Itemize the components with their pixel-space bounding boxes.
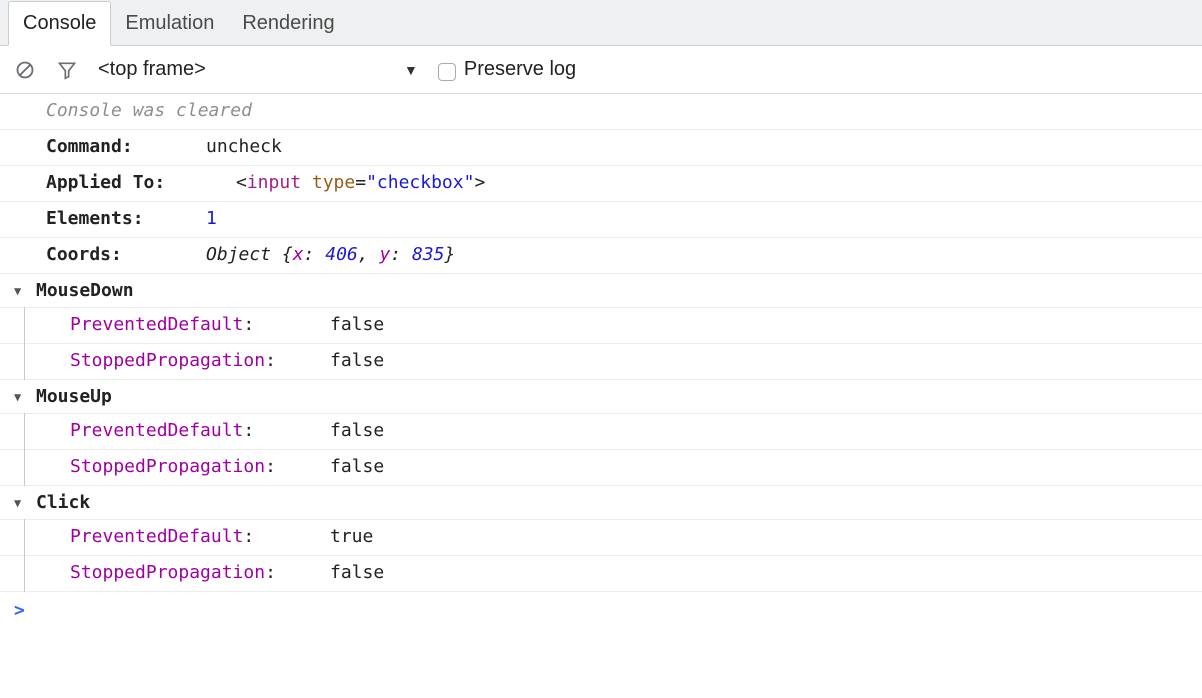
log-group-body: PreventedDefault: false StoppedPropagati… — [0, 414, 1202, 486]
log-row-coords: Coords: Object {x: 406, y: 835} — [0, 238, 1202, 274]
log-prop-key: StoppedPropagation: — [70, 562, 330, 583]
log-group-name: MouseUp — [36, 386, 112, 407]
log-prop-key: PreventedDefault: — [70, 420, 330, 441]
tok-tag: input — [247, 172, 301, 193]
chevron-down-icon: ▼ — [404, 62, 418, 78]
log-label: Elements: — [46, 208, 206, 229]
obj-key: y — [379, 244, 390, 265]
log-group-row: PreventedDefault: false — [0, 308, 1202, 344]
console-log: Console was cleared Command: uncheck App… — [0, 94, 1202, 592]
log-cleared-message: Console was cleared — [0, 94, 1202, 130]
log-label: Command: — [46, 136, 206, 157]
log-group-row: PreventedDefault: false — [0, 414, 1202, 450]
disclosure-triangle-icon: ▼ — [14, 284, 28, 298]
obj-prefix: Object — [206, 244, 282, 265]
obj-num: 406 — [325, 244, 358, 265]
preserve-log-toggle[interactable]: Preserve log — [438, 58, 576, 81]
obj-sep: : — [304, 244, 326, 265]
log-cleared-text: Console was cleared — [46, 100, 252, 121]
tok-open: < — [236, 172, 247, 193]
log-label: Coords: — [46, 244, 206, 265]
log-group-name: Click — [36, 492, 90, 513]
log-prop-val: false — [330, 314, 384, 335]
log-value-object[interactable]: Object {x: 406, y: 835} — [206, 244, 455, 265]
disclosure-triangle-icon: ▼ — [14, 496, 28, 510]
log-prop-val: false — [330, 350, 384, 371]
log-label: Applied To: — [46, 172, 206, 193]
log-group-body: PreventedDefault: true StoppedPropagatio… — [0, 520, 1202, 592]
filter-icon[interactable] — [56, 59, 78, 81]
log-prop-key: StoppedPropagation: — [70, 350, 330, 371]
log-prop-key: PreventedDefault: — [70, 314, 330, 335]
tok-eq: = — [355, 172, 366, 193]
tok-attr-val: "checkbox" — [366, 172, 474, 193]
context-selector[interactable]: <top frame> ▼ — [98, 58, 418, 81]
log-prop-val: false — [330, 562, 384, 583]
log-row-elements: Elements: 1 — [0, 202, 1202, 238]
log-value: 1 — [206, 208, 217, 229]
drawer-tabs: Console Emulation Rendering — [0, 0, 1202, 46]
tab-emulation[interactable]: Emulation — [111, 2, 228, 45]
clear-console-icon[interactable] — [14, 59, 36, 81]
obj-sep: : — [390, 244, 412, 265]
log-value-element[interactable]: <input type="checkbox"> — [206, 172, 485, 193]
log-row-applied-to: Applied To: <input type="checkbox"> — [0, 166, 1202, 202]
checkbox-icon — [438, 63, 456, 81]
log-group-row: StoppedPropagation: false — [0, 344, 1202, 380]
log-group-row: PreventedDefault: true — [0, 520, 1202, 556]
console-toolbar: <top frame> ▼ Preserve log — [0, 46, 1202, 94]
log-prop-key: PreventedDefault: — [70, 526, 330, 547]
tab-rendering[interactable]: Rendering — [228, 2, 348, 45]
log-row-command: Command: uncheck — [0, 130, 1202, 166]
tab-console[interactable]: Console — [8, 1, 111, 46]
obj-open: { — [282, 244, 293, 265]
log-prop-val: false — [330, 420, 384, 441]
console-prompt[interactable]: > — [0, 592, 1202, 629]
obj-key: x — [293, 244, 304, 265]
log-group-header[interactable]: ▼ Click — [0, 486, 1202, 520]
prompt-chevron-icon: > — [14, 600, 25, 621]
context-selector-label: <top frame> — [98, 58, 398, 81]
log-group-header[interactable]: ▼ MouseUp — [0, 380, 1202, 414]
disclosure-triangle-icon: ▼ — [14, 390, 28, 404]
log-value: uncheck — [206, 136, 282, 157]
log-group-body: PreventedDefault: false StoppedPropagati… — [0, 308, 1202, 380]
obj-comma: , — [358, 244, 380, 265]
log-prop-val: true — [330, 526, 373, 547]
log-group-row: StoppedPropagation: false — [0, 450, 1202, 486]
log-group-header[interactable]: ▼ MouseDown — [0, 274, 1202, 308]
log-group-name: MouseDown — [36, 280, 134, 301]
preserve-log-label: Preserve log — [464, 58, 576, 81]
obj-num: 835 — [412, 244, 445, 265]
tok-close: > — [474, 172, 485, 193]
log-group-row: StoppedPropagation: false — [0, 556, 1202, 592]
log-prop-val: false — [330, 456, 384, 477]
obj-close: } — [444, 244, 455, 265]
log-prop-key: StoppedPropagation: — [70, 456, 330, 477]
tok-attr-name: type — [312, 172, 355, 193]
